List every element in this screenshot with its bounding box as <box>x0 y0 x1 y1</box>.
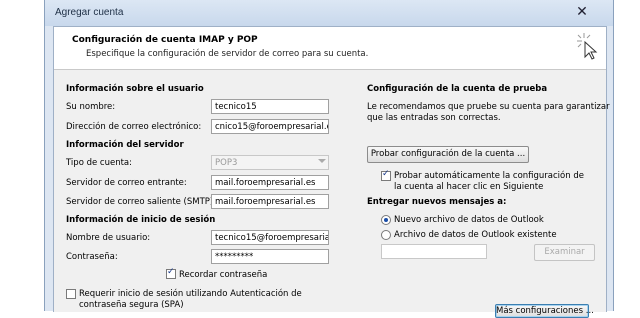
test-desc-line1: Le recomendamos que pruebe su cuenta par… <box>367 102 610 112</box>
test-account-button[interactable]: Probar configuración de la cuenta ... <box>367 146 529 163</box>
auto-test-checkbox[interactable] <box>381 169 391 181</box>
password-field[interactable]: ********* <box>211 249 329 264</box>
test-desc-line2: que las entradas son correctas. <box>367 113 501 123</box>
title-bar: Agregar cuenta ✕ <box>45 0 613 26</box>
wizard-cursor-icon <box>577 33 598 60</box>
username-field[interactable]: tecnico15@foroempresarial. <box>211 230 329 245</box>
remember-password-label: Recordar contraseña <box>179 270 268 280</box>
delivery-heading: Entregar nuevos mensajes a: <box>367 197 507 207</box>
login-info-heading: Información de inicio de sesión <box>66 215 216 225</box>
user-info-heading: Información sobre el usuario <box>66 84 204 94</box>
wizard-header: Configuración de cuenta IMAP y POP Espec… <box>54 27 606 70</box>
incoming-server-label: Servidor de correo entrante: <box>66 178 187 188</box>
background-right <box>612 0 640 311</box>
auto-test-line1: Probar automáticamente la configuración … <box>394 171 584 181</box>
existing-data-file-label: Archivo de datos de Outlook existente <box>394 230 557 240</box>
password-label: Contraseña: <box>66 252 118 262</box>
close-icon[interactable]: ✕ <box>573 4 591 20</box>
outgoing-server-field[interactable]: mail.foroempresarial.es <box>211 194 329 209</box>
dialog-content: Configuración de cuenta IMAP y POP Espec… <box>53 26 610 318</box>
background-left <box>0 0 44 311</box>
existing-data-file-radio[interactable] <box>381 230 391 240</box>
more-settings-button[interactable]: Más configuraciones ... <box>495 304 594 318</box>
outgoing-server-label: Servidor de correo saliente (SMTP): <box>66 197 217 207</box>
test-settings-heading: Configuración de la cuenta de prueba <box>367 84 548 94</box>
auto-test-line2: la cuenta al hacer clic en Siguiente <box>394 182 544 192</box>
server-info-heading: Información del servidor <box>66 140 184 150</box>
spa-label-line2: contraseña segura (SPA) <box>79 300 184 310</box>
account-type-label: Tipo de cuenta: <box>66 158 132 168</box>
spa-checkbox[interactable] <box>66 289 76 299</box>
new-data-file-radio[interactable] <box>381 215 391 225</box>
chevron-down-icon <box>318 159 326 163</box>
window-title: Agregar cuenta <box>55 7 124 18</box>
add-account-dialog: Agregar cuenta ✕ Configuración de cuenta… <box>44 0 614 318</box>
data-file-path-field <box>381 244 487 259</box>
header-subtitle: Especifique la configuración de servidor… <box>86 49 369 59</box>
account-type-value: POP3 <box>215 158 238 168</box>
email-label: Dirección de correo electrónico: <box>66 122 202 132</box>
remember-password-checkbox[interactable] <box>166 267 176 279</box>
browse-button[interactable]: Examinar <box>534 244 595 261</box>
name-field[interactable]: tecnico15 <box>211 99 329 114</box>
spa-label-line1: Requerir inicio de sesión utilizando Aut… <box>79 289 302 299</box>
account-type-select: POP3 <box>211 155 329 170</box>
username-label: Nombre de usuario: <box>66 233 151 243</box>
email-field[interactable]: cnico15@foroempresarial.es <box>211 119 329 134</box>
incoming-server-field[interactable]: mail.foroempresarial.es <box>211 175 329 190</box>
new-data-file-label: Nuevo archivo de datos de Outlook <box>394 215 544 225</box>
name-label: Su nombre: <box>66 102 116 112</box>
header-title: Configuración de cuenta IMAP y POP <box>72 35 258 45</box>
